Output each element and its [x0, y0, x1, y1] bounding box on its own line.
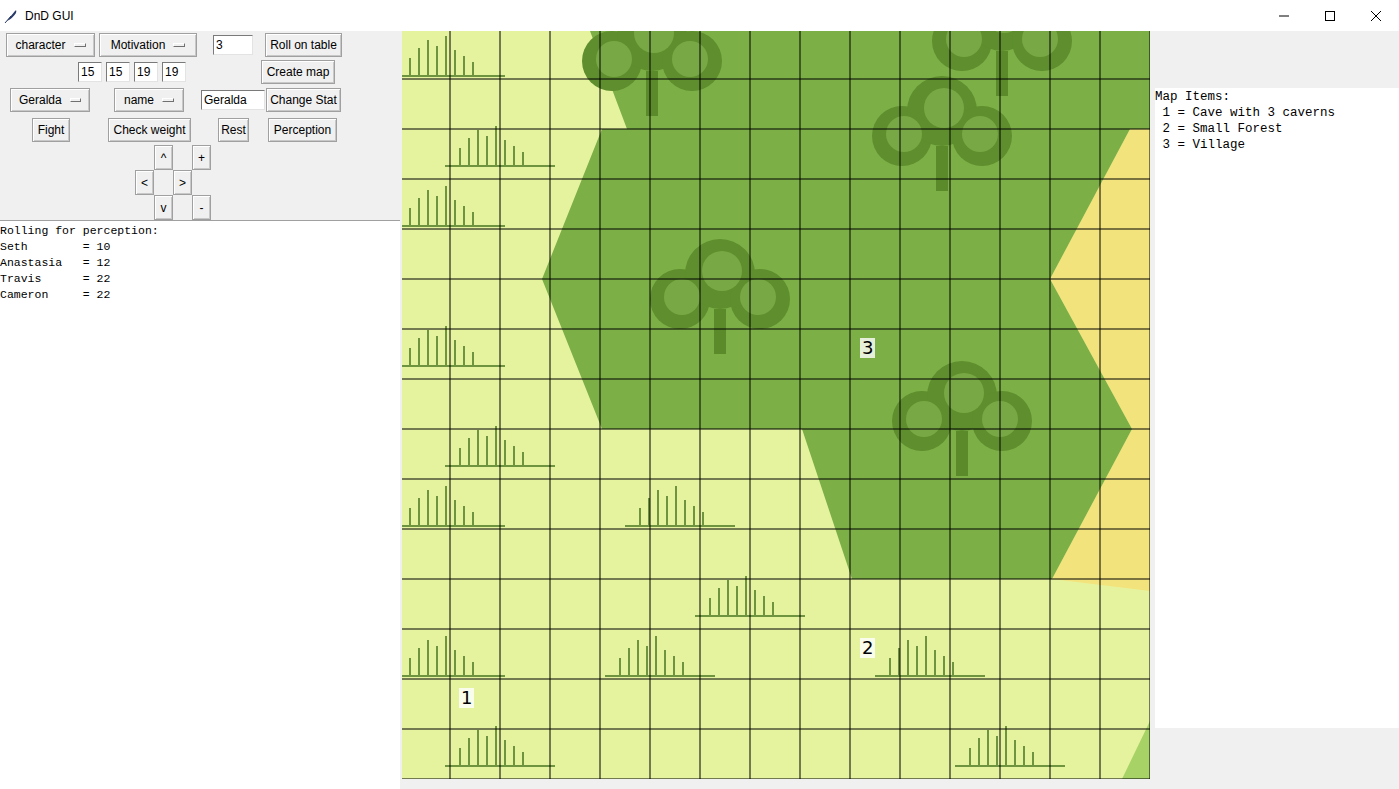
dropdown-value: character [15, 36, 65, 54]
roll-button[interactable]: Roll on table [265, 33, 342, 57]
maximize-button[interactable] [1307, 1, 1353, 31]
output-line: Rolling for perception: [0, 223, 400, 239]
dropdown-value: name [124, 91, 154, 109]
character-menu[interactable]: character [6, 33, 95, 57]
output-line: Anastasia = 12 [0, 255, 400, 271]
dropdown-indicator-icon [74, 43, 86, 47]
maximize-icon [1325, 11, 1335, 21]
action-button[interactable]: Fight [32, 118, 70, 142]
character-select[interactable]: Geralda [10, 88, 90, 112]
tree-icon [582, 31, 722, 116]
map-size-entry[interactable]: 19 [134, 62, 158, 82]
title-bar: DnD GUI [0, 0, 1399, 31]
minimize-button[interactable] [1261, 1, 1307, 31]
dropdown-value: Motivation [111, 36, 166, 54]
map-pin[interactable]: 3 [860, 338, 875, 358]
map-pin[interactable]: 1 [459, 688, 474, 708]
map-column: 1 2 3 [402, 31, 1150, 789]
grass-icon [402, 486, 505, 526]
map-size-entry[interactable]: 15 [106, 62, 130, 82]
output-text: Rolling for perception:Seth = 10Anastasi… [0, 220, 400, 789]
map-items-title: Map Items: [1155, 89, 1399, 105]
stat-value-entry[interactable]: Geralda [201, 90, 265, 110]
feather-icon [3, 8, 19, 24]
map-size-entry[interactable]: 15 [78, 62, 102, 82]
tree-icon [892, 361, 1032, 476]
grass-icon [625, 486, 735, 526]
output-line: Travis = 22 [0, 271, 400, 287]
move-pad: ^ + < >v- [135, 145, 400, 220]
dropdown-indicator-icon [70, 98, 81, 102]
app-window: DnD GUI character Motivation 3 Roll on table… [0, 0, 1399, 789]
pad-button[interactable]: v [154, 195, 173, 220]
grass-icon [402, 186, 505, 226]
output-line: Cameron = 22 [0, 287, 400, 303]
pad-button[interactable]: + [192, 145, 211, 170]
map-item: 1 = Cave with 3 caverns [1155, 105, 1399, 121]
map-item: 3 = Village [1155, 137, 1399, 153]
right-panel: Map Items: 1 = Cave with 3 caverns 2 = S… [1150, 31, 1399, 789]
map-canvas: 1 2 3 [402, 31, 1150, 779]
pad-button[interactable]: > [173, 170, 192, 195]
grass-icon [402, 636, 505, 676]
action-button[interactable]: Rest [218, 118, 249, 142]
close-icon [1371, 11, 1381, 21]
tree-icon [872, 76, 1012, 191]
change-stat-button[interactable]: Change Stat [266, 88, 341, 112]
window-title: DnD GUI [25, 7, 74, 25]
stat-menu[interactable]: name [114, 88, 184, 112]
pad-button[interactable]: - [192, 195, 211, 220]
dropdown-indicator-icon [162, 98, 174, 102]
tree-icon [932, 31, 1072, 96]
map-pin[interactable]: 2 [860, 638, 875, 658]
action-button[interactable]: Check weight [108, 118, 191, 142]
grass-icon [875, 636, 985, 676]
grass-icon [402, 36, 505, 76]
grass-icon [605, 636, 715, 676]
roll-count-entry[interactable]: 3 [213, 35, 253, 55]
close-button[interactable] [1353, 1, 1399, 31]
create-map-button[interactable]: Create map [261, 60, 335, 84]
tree-icon [650, 239, 790, 354]
table-menu[interactable]: Motivation [99, 33, 197, 57]
dropdown-value: Geralda [19, 91, 62, 109]
action-button[interactable]: Perception [268, 118, 337, 142]
map-size-entry[interactable]: 19 [162, 62, 186, 82]
pad-button[interactable]: ^ [154, 145, 173, 170]
grass-icon [955, 726, 1065, 766]
dropdown-indicator-icon [173, 43, 185, 47]
map-items-list: Map Items: 1 = Cave with 3 caverns 2 = S… [1155, 88, 1399, 728]
grass-icon [402, 326, 505, 366]
map-item: 2 = Small Forest [1155, 121, 1399, 137]
pad-button[interactable]: < [135, 170, 154, 195]
minimize-icon [1279, 11, 1289, 21]
controls: characterMotivation3Roll on table1515191… [0, 31, 400, 220]
left-panel: characterMotivation3Roll on table1515191… [0, 31, 400, 789]
map-terrain [402, 31, 1150, 779]
output-line: Seth = 10 [0, 239, 400, 255]
body: characterMotivation3Roll on table1515191… [0, 31, 1399, 789]
